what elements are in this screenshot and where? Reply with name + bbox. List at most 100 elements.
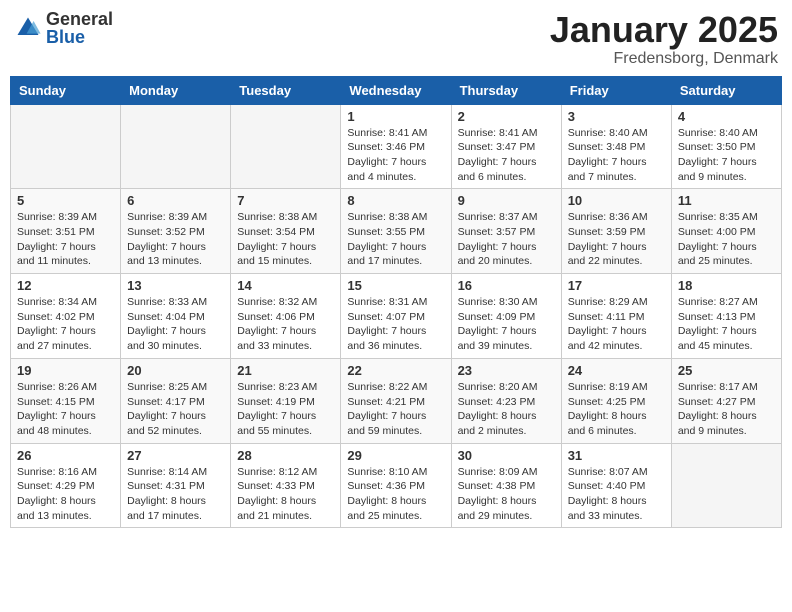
day-info: Sunrise: 8:38 AM Sunset: 3:55 PM Dayligh… [347, 210, 444, 269]
day-info: Sunrise: 8:39 AM Sunset: 3:52 PM Dayligh… [127, 210, 224, 269]
logo-text: General Blue [46, 10, 113, 46]
day-number: 13 [127, 278, 224, 293]
day-info: Sunrise: 8:40 AM Sunset: 3:48 PM Dayligh… [568, 126, 665, 185]
logo-icon [14, 14, 42, 42]
day-info: Sunrise: 8:27 AM Sunset: 4:13 PM Dayligh… [678, 295, 775, 354]
day-info: Sunrise: 8:37 AM Sunset: 3:57 PM Dayligh… [458, 210, 555, 269]
calendar-cell: 14 Sunrise: 8:32 AM Sunset: 4:06 PM Dayli… [231, 274, 341, 359]
day-number: 27 [127, 448, 224, 463]
calendar-cell: 21Sunrise: 8:23 AM Sunset: 4:19 PM Dayli… [231, 358, 341, 443]
calendar-cell: 2Sunrise: 8:41 AM Sunset: 3:47 PM Daylig… [451, 104, 561, 189]
day-info: Sunrise: 8:20 AM Sunset: 4:23 PM Dayligh… [458, 380, 555, 439]
calendar-cell: 5Sunrise: 8:39 AM Sunset: 3:51 PM Daylig… [11, 189, 121, 274]
day-info: Sunrise: 8:29 AM Sunset: 4:11 PM Dayligh… [568, 295, 665, 354]
weekday-header-saturday: Saturday [671, 76, 781, 104]
calendar-cell [11, 104, 121, 189]
day-number: 4 [678, 109, 775, 124]
day-number: 23 [458, 363, 555, 378]
calendar-week-row: 26 Sunrise: 8:16 AM Sunset: 4:29 PM Dayli… [11, 443, 782, 528]
weekday-header-friday: Friday [561, 76, 671, 104]
day-number: 6 [127, 193, 224, 208]
day-number: 18 [678, 278, 775, 293]
day-info: Sunrise: 8:31 AM Sunset: 4:07 PM Dayligh… [347, 295, 444, 354]
calendar-header-row: SundayMondayTuesdayWednesdayThursdayFrid… [11, 76, 782, 104]
calendar-week-row: 12 Sunrise: 8:34 AM Sunset: 4:02 PM Dayli… [11, 274, 782, 359]
day-info: Sunrise: 8:26 AM Sunset: 4:15 PM Dayligh… [17, 380, 114, 439]
day-info: Sunrise: 8:32 AM Sunset: 4:06 PM Dayligh… [237, 295, 334, 354]
calendar-cell: 27Sunrise: 8:14 AM Sunset: 4:31 PM Dayli… [121, 443, 231, 528]
calendar-cell: 23 Sunrise: 8:20 AM Sunset: 4:23 PM Dayli… [451, 358, 561, 443]
calendar-cell: 3 Sunrise: 8:40 AM Sunset: 3:48 PM Daylig… [561, 104, 671, 189]
day-number: 15 [347, 278, 444, 293]
logo: General Blue [14, 10, 113, 46]
calendar-cell: 8 Sunrise: 8:38 AM Sunset: 3:55 PM Daylig… [341, 189, 451, 274]
calendar-cell: 28Sunrise: 8:12 AM Sunset: 4:33 PM Dayli… [231, 443, 341, 528]
calendar-week-row: 5Sunrise: 8:39 AM Sunset: 3:51 PM Daylig… [11, 189, 782, 274]
page-header: General Blue January 2025 Fredensborg, D… [10, 10, 782, 68]
calendar-cell: 6 Sunrise: 8:39 AM Sunset: 3:52 PM Daylig… [121, 189, 231, 274]
calendar-cell: 24Sunrise: 8:19 AM Sunset: 4:25 PM Dayli… [561, 358, 671, 443]
day-info: Sunrise: 8:34 AM Sunset: 4:02 PM Dayligh… [17, 295, 114, 354]
day-info: Sunrise: 8:09 AM Sunset: 4:38 PM Dayligh… [458, 465, 555, 524]
weekday-header-tuesday: Tuesday [231, 76, 341, 104]
day-number: 9 [458, 193, 555, 208]
calendar-cell: 18 Sunrise: 8:27 AM Sunset: 4:13 PM Dayli… [671, 274, 781, 359]
day-info: Sunrise: 8:07 AM Sunset: 4:40 PM Dayligh… [568, 465, 665, 524]
calendar-cell: 29Sunrise: 8:10 AM Sunset: 4:36 PM Dayli… [341, 443, 451, 528]
calendar-cell: 10 Sunrise: 8:36 AM Sunset: 3:59 PM Dayli… [561, 189, 671, 274]
day-info: Sunrise: 8:41 AM Sunset: 3:46 PM Dayligh… [347, 126, 444, 185]
day-number: 31 [568, 448, 665, 463]
day-number: 16 [458, 278, 555, 293]
calendar-week-row: 19 Sunrise: 8:26 AM Sunset: 4:15 PM Dayli… [11, 358, 782, 443]
day-info: Sunrise: 8:35 AM Sunset: 4:00 PM Dayligh… [678, 210, 775, 269]
day-info: Sunrise: 8:41 AM Sunset: 3:47 PM Dayligh… [458, 126, 555, 185]
day-number: 8 [347, 193, 444, 208]
day-info: Sunrise: 8:30 AM Sunset: 4:09 PM Dayligh… [458, 295, 555, 354]
month-title: January 2025 [550, 10, 778, 50]
day-number: 5 [17, 193, 114, 208]
calendar-cell: 20Sunrise: 8:25 AM Sunset: 4:17 PM Dayli… [121, 358, 231, 443]
day-number: 22 [347, 363, 444, 378]
weekday-header-thursday: Thursday [451, 76, 561, 104]
calendar-cell: 7 Sunrise: 8:38 AM Sunset: 3:54 PM Daylig… [231, 189, 341, 274]
calendar-cell: 30 Sunrise: 8:09 AM Sunset: 4:38 PM Dayli… [451, 443, 561, 528]
calendar-cell [121, 104, 231, 189]
calendar-cell: 22 Sunrise: 8:22 AM Sunset: 4:21 PM Dayli… [341, 358, 451, 443]
day-info: Sunrise: 8:40 AM Sunset: 3:50 PM Dayligh… [678, 126, 775, 185]
day-info: Sunrise: 8:36 AM Sunset: 3:59 PM Dayligh… [568, 210, 665, 269]
day-info: Sunrise: 8:16 AM Sunset: 4:29 PM Dayligh… [17, 465, 114, 524]
calendar-cell: 26 Sunrise: 8:16 AM Sunset: 4:29 PM Dayli… [11, 443, 121, 528]
calendar-cell: 25Sunrise: 8:17 AM Sunset: 4:27 PM Dayli… [671, 358, 781, 443]
day-number: 1 [347, 109, 444, 124]
calendar-week-row: 1 Sunrise: 8:41 AM Sunset: 3:46 PM Daylig… [11, 104, 782, 189]
weekday-header-sunday: Sunday [11, 76, 121, 104]
day-info: Sunrise: 8:38 AM Sunset: 3:54 PM Dayligh… [237, 210, 334, 269]
calendar-cell: 17Sunrise: 8:29 AM Sunset: 4:11 PM Dayli… [561, 274, 671, 359]
calendar-cell [231, 104, 341, 189]
day-number: 14 [237, 278, 334, 293]
day-number: 29 [347, 448, 444, 463]
day-info: Sunrise: 8:22 AM Sunset: 4:21 PM Dayligh… [347, 380, 444, 439]
day-number: 20 [127, 363, 224, 378]
calendar-cell: 9 Sunrise: 8:37 AM Sunset: 3:57 PM Daylig… [451, 189, 561, 274]
calendar-cell: 4 Sunrise: 8:40 AM Sunset: 3:50 PM Daylig… [671, 104, 781, 189]
calendar-cell [671, 443, 781, 528]
day-number: 30 [458, 448, 555, 463]
day-number: 19 [17, 363, 114, 378]
calendar-cell: 19 Sunrise: 8:26 AM Sunset: 4:15 PM Dayli… [11, 358, 121, 443]
day-info: Sunrise: 8:19 AM Sunset: 4:25 PM Dayligh… [568, 380, 665, 439]
day-number: 10 [568, 193, 665, 208]
day-number: 12 [17, 278, 114, 293]
day-number: 26 [17, 448, 114, 463]
calendar-cell: 1 Sunrise: 8:41 AM Sunset: 3:46 PM Daylig… [341, 104, 451, 189]
day-number: 11 [678, 193, 775, 208]
weekday-header-monday: Monday [121, 76, 231, 104]
day-number: 25 [678, 363, 775, 378]
day-number: 7 [237, 193, 334, 208]
calendar-cell: 11 Sunrise: 8:35 AM Sunset: 4:00 PM Dayli… [671, 189, 781, 274]
day-info: Sunrise: 8:12 AM Sunset: 4:33 PM Dayligh… [237, 465, 334, 524]
logo-blue-text: Blue [46, 28, 113, 46]
calendar-cell: 16 Sunrise: 8:30 AM Sunset: 4:09 PM Dayli… [451, 274, 561, 359]
day-number: 3 [568, 109, 665, 124]
calendar-cell: 15 Sunrise: 8:31 AM Sunset: 4:07 PM Dayli… [341, 274, 451, 359]
